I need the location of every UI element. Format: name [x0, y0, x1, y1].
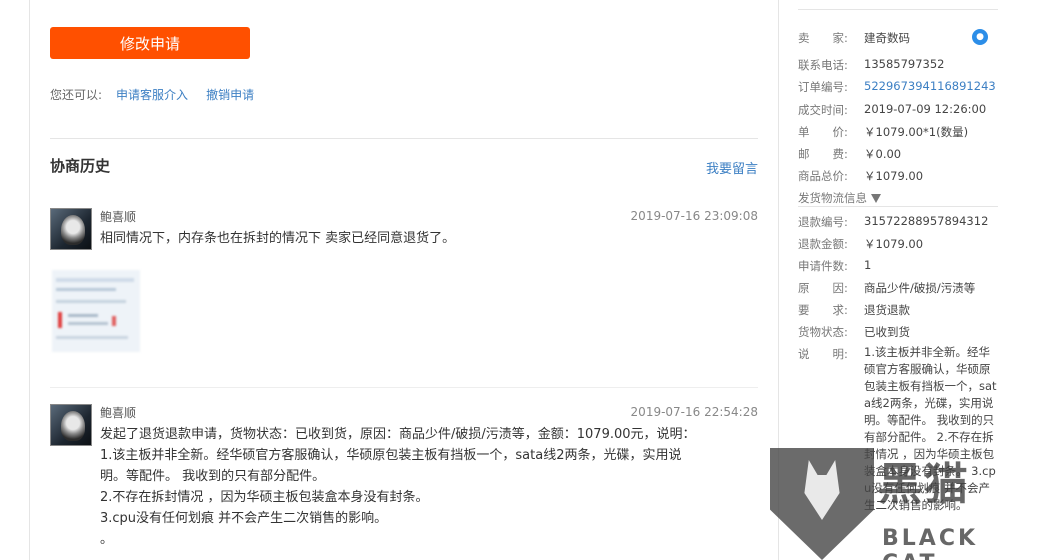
message-line: 相同情况下，内存条也在拆封的情况下 卖家已经同意退货了。: [100, 231, 456, 246]
cancel-request-link[interactable]: 撤销申请: [206, 88, 254, 102]
message-line: 。: [100, 532, 114, 547]
refund-amount-value: ￥1079.00: [864, 237, 924, 251]
divider: [50, 138, 758, 139]
phone-label: 联系电话:: [798, 58, 848, 72]
refund-amount-label: 退款金额:: [798, 237, 848, 251]
message-line: 3.cpu没有任何划痕 并不会产生二次销售的影响。: [100, 511, 388, 526]
total-value: ￥1079.00: [864, 169, 924, 183]
reason-label: 原 因:: [798, 281, 848, 295]
order-label: 订单编号:: [798, 80, 848, 94]
attachment-thumbnail[interactable]: [52, 270, 140, 352]
request-value: 退货退款: [864, 303, 910, 317]
desc-label: 说 明:: [798, 347, 848, 361]
left-border: [29, 0, 30, 560]
logistics-label: 发货物流信息: [798, 191, 867, 205]
price-row: 单 价: ￥1079.00*1(数量): [798, 124, 998, 142]
message-text: 发起了退货退款申请，货物状态：已收到货，原因：商品少件/破损/污渍等，金额：10…: [100, 424, 740, 550]
logistics-toggle[interactable]: 发货物流信息: [798, 190, 881, 206]
avatar: [50, 404, 92, 446]
history-title: 协商历史: [50, 157, 111, 175]
count-value: 1: [864, 258, 872, 272]
seller-label: 卖 家:: [798, 31, 848, 45]
goods-status-value: 已收到货: [864, 325, 910, 339]
message-time: 2019-07-16 23:09:08: [630, 209, 758, 223]
message-line: 2.不存在拆封情况 ，因为华硕主板包装盒本身没有封条。: [100, 490, 429, 505]
message-item: 鲍喜顺 2019-07-16 22:54:28 发起了退货退款申请，货物状态：已…: [50, 404, 758, 560]
refund-no-label: 退款编号:: [798, 215, 848, 229]
phone-row: 联系电话: 13585797352: [798, 57, 998, 75]
triangle-down-icon: [871, 194, 881, 203]
message-user: 鲍喜顺: [100, 406, 137, 420]
message-line: 发起了退货退款申请，货物状态：已收到货，原因：商品少件/破损/污渍等，金额：10…: [100, 427, 696, 442]
chat-icon[interactable]: ●: [972, 29, 988, 45]
order-info-sidebar: 卖 家: 建奇数码 联系电话: 13585797352 订单编号: 522967394…: [798, 0, 998, 560]
price-value: ￥1079.00*1(数量): [864, 125, 969, 139]
price-label: 单 价:: [798, 125, 848, 139]
count-label: 申请件数:: [798, 259, 848, 273]
request-label: 要 求:: [798, 303, 848, 317]
order-row: 订单编号: 522967394116891243: [798, 79, 998, 97]
request-service-link[interactable]: 申请客服介入: [116, 88, 188, 102]
message-user: 鲍喜顺: [100, 210, 137, 224]
message-item: 鲍喜顺 2019-07-16 23:09:08 相同情况下，内存条也在拆封的情况…: [50, 208, 758, 368]
main-panel: 修改申请 您还可以: 申请客服介入 撤销申请 协商历史 我要留言 鲍喜顺 2019-…: [50, 0, 758, 560]
divider: [798, 206, 998, 207]
refund-amount-row: 退款金额: ￥1079.00: [798, 236, 998, 254]
seller-row: 卖 家: 建奇数码: [798, 30, 998, 48]
extra-actions: 您还可以: 申请客服介入 撤销申请: [50, 86, 254, 103]
actions-label: 您还可以:: [50, 88, 103, 102]
postage-value: ￥0.00: [864, 147, 902, 161]
column-divider: [778, 0, 779, 560]
total-label: 商品总价:: [798, 169, 848, 183]
goods-status-row: 货物状态: 已收到货: [798, 324, 998, 342]
seller-name: 建奇数码: [864, 31, 910, 45]
request-row: 要 求: 退货退款: [798, 302, 998, 320]
avatar: [50, 208, 92, 250]
message-line: 明。等配件。 我收到的只有部分配件。: [100, 469, 326, 484]
message-text: 相同情况下，内存条也在拆封的情况下 卖家已经同意退货了。: [100, 228, 740, 249]
deal-time-value: 2019-07-09 12:26:00: [864, 102, 987, 116]
message-line: 1.该主板并非全新。经华硕官方客服确认，华硕原包装主板有挡板一个，sata线2两…: [100, 448, 682, 463]
leave-message-link[interactable]: 我要留言: [706, 158, 758, 177]
divider: [798, 9, 998, 10]
phone-value: 13585797352: [864, 57, 945, 71]
postage-row: 邮 费: ￥0.00: [798, 146, 998, 164]
total-row: 商品总价: ￥1079.00: [798, 168, 998, 186]
refund-no-value: 31572288957894312: [864, 214, 989, 228]
divider: [50, 387, 758, 388]
reason-value: 商品少件/破损/污渍等: [864, 281, 976, 295]
refund-no-row: 退款编号: 31572288957894312: [798, 214, 998, 232]
count-row: 申请件数: 1: [798, 258, 998, 276]
order-number-link[interactable]: 522967394116891243: [864, 79, 996, 93]
message-time: 2019-07-16 22:54:28: [630, 405, 758, 419]
postage-label: 邮 费:: [798, 147, 848, 161]
deal-time-row: 成交时间: 2019-07-09 12:26:00: [798, 102, 998, 120]
deal-time-label: 成交时间:: [798, 103, 848, 117]
reason-row: 原 因: 商品少件/破损/污渍等: [798, 280, 998, 298]
goods-status-label: 货物状态:: [798, 325, 848, 339]
modify-request-button[interactable]: 修改申请: [50, 27, 250, 59]
desc-value: 1.该主板并非全新。经华硕官方客服确认，华硕原包装主板有挡板一个，sata线2两…: [864, 345, 997, 512]
